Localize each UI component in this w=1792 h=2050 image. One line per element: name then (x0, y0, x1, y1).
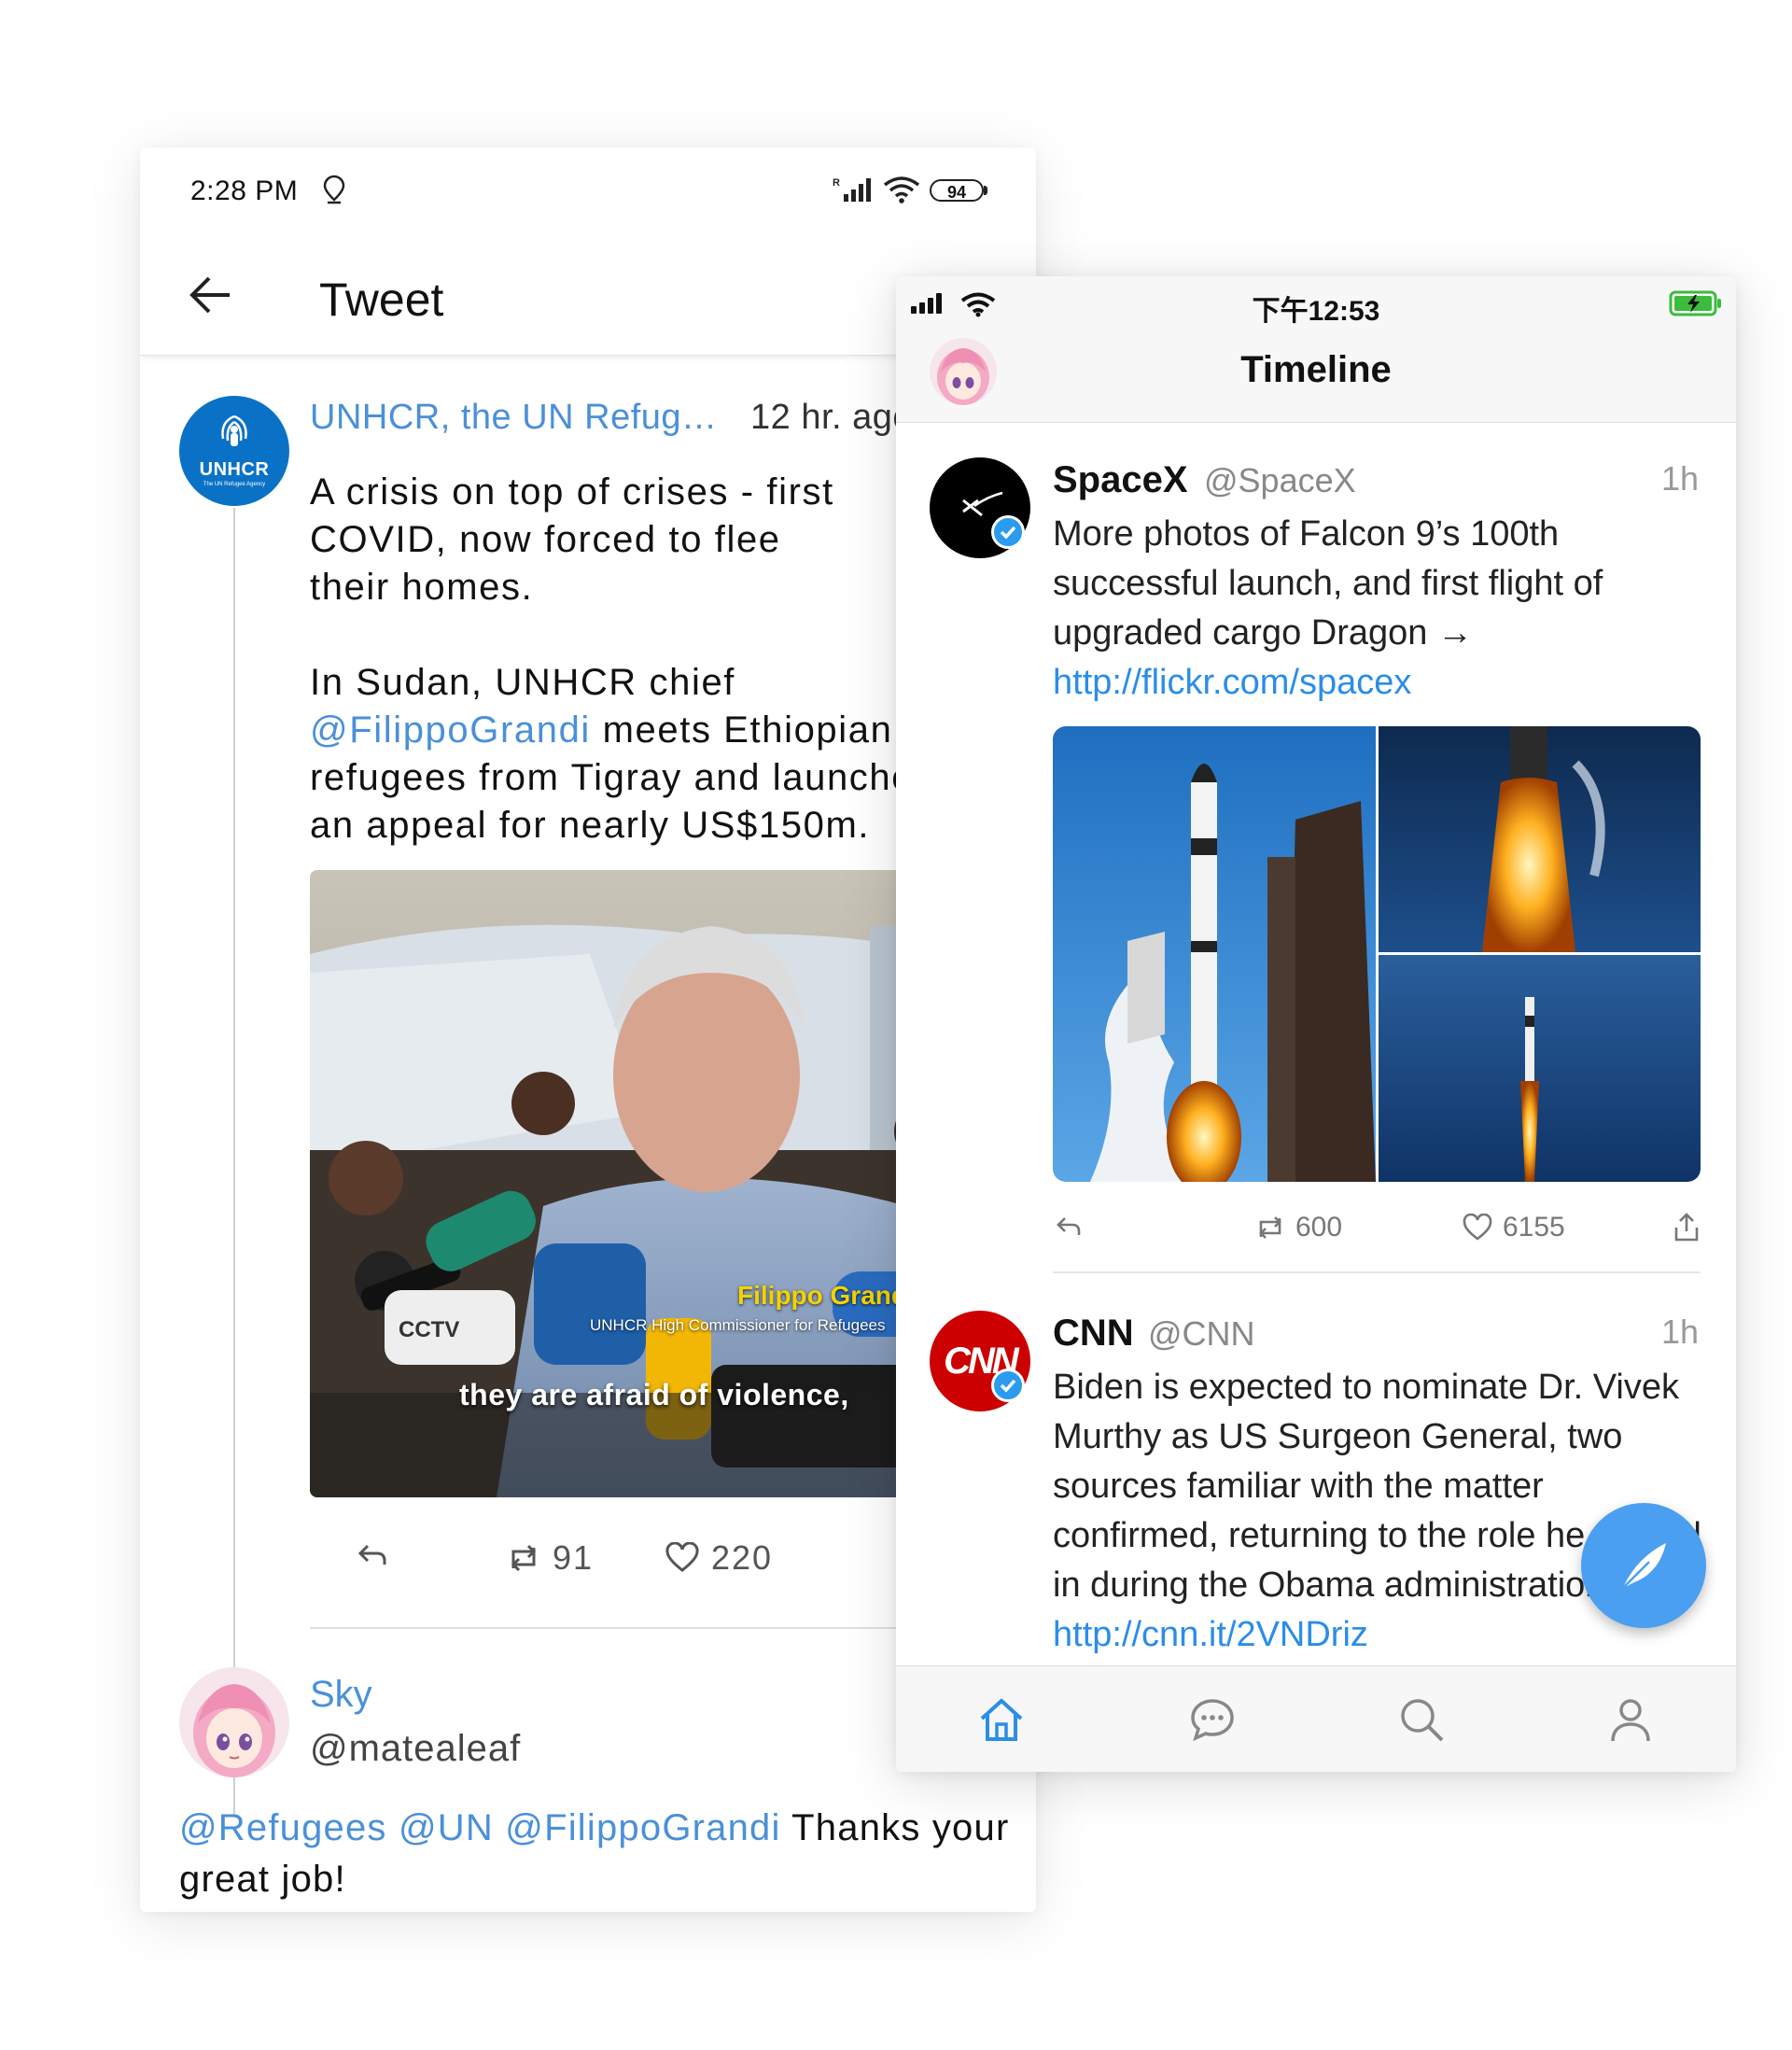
reply-avatar[interactable] (179, 1667, 289, 1777)
unhcr-logo-text: UNHCR (199, 459, 270, 480)
search-icon[interactable] (1396, 1694, 1447, 1749)
video-name-tag: Filippo Grandi (737, 1281, 915, 1310)
like-count: 220 (711, 1538, 774, 1577)
divider (1053, 1271, 1701, 1273)
unhcr-logo-subtext: The UN Refugee Agency (203, 482, 266, 487)
tweet-body: More photos of Falcon 9’s 100th successf… (1053, 510, 1706, 708)
reply-button[interactable] (357, 1538, 388, 1570)
like-button[interactable]: 220 (665, 1538, 773, 1578)
reply-button[interactable] (1055, 1212, 1083, 1240)
reply-icon (357, 1544, 386, 1565)
heart-icon (1463, 1214, 1492, 1241)
tweet-timestamp: 12 hr. ago (750, 398, 914, 437)
tweet-author[interactable]: CNN (1053, 1313, 1134, 1355)
retweet-button[interactable]: 91 (506, 1538, 594, 1578)
battery-icon: 94 (930, 179, 984, 202)
share-icon (1674, 1213, 1699, 1242)
reply-handle[interactable]: @matealeaf (310, 1728, 521, 1770)
like-button[interactable]: 6155 (1462, 1212, 1565, 1243)
home-icon[interactable] (976, 1694, 1027, 1749)
tweet-paragraph-2: In Sudan, UNHCR chief @FilippoGrandi mee… (310, 659, 945, 849)
tweet-timestamp: 1h (1660, 1313, 1699, 1351)
profile-icon[interactable] (1605, 1694, 1656, 1749)
back-arrow-icon[interactable] (187, 274, 233, 320)
tweet-media-grid[interactable] (1053, 726, 1701, 1182)
verified-badge-icon (991, 1369, 1025, 1402)
retweet-count: 600 (1295, 1212, 1343, 1243)
reply-body: @Refugees @UN @FilippoGrandi Thanks your… (179, 1803, 1019, 1905)
retweet-button[interactable]: 600 (1254, 1212, 1342, 1243)
svg-text:CCTV: CCTV (399, 1317, 459, 1342)
ios-top-bar: 下午12:53 Timeline (896, 276, 1736, 423)
svg-text:R: R (833, 177, 840, 189)
messages-icon[interactable] (1187, 1694, 1238, 1749)
unhcr-avatar[interactable]: UNHCR The UN Refugee Agency (179, 396, 289, 506)
share-button[interactable] (1673, 1212, 1701, 1243)
location-icon (321, 174, 347, 210)
retweet-icon (1259, 1216, 1281, 1239)
tweet-text: More photos of Falcon 9’s 100th successf… (1053, 514, 1603, 653)
mention-link[interactable]: @FilippoGrandi (310, 709, 591, 751)
mention-link[interactable]: @FilippoGrandi (505, 1807, 780, 1848)
video-role-tag: UNHCR High Commissioner for Refugees (590, 1316, 886, 1334)
bottom-tab-bar (896, 1665, 1736, 1772)
tweet-paragraph-1: A crisis on top of crises - first COVID,… (310, 471, 834, 608)
rocket-launch-images (1053, 726, 1701, 1182)
wifi-icon (883, 176, 920, 208)
tweet-actions: 600 6155 (1053, 1212, 1701, 1258)
tweet-handle[interactable]: @CNN (1148, 1314, 1255, 1354)
tweet-link[interactable]: http://cnn.it/2VNDriz (1053, 1615, 1368, 1654)
ios-timeline-screen: 下午12:53 Timeline SpaceX @SpaceX 1h More … (896, 276, 1736, 1772)
reply-author[interactable]: Sky (310, 1674, 372, 1716)
tweet-author[interactable]: UNHCR, the UN Refug… (310, 398, 718, 438)
mention-link[interactable]: @UN (399, 1807, 494, 1848)
battery-tip (984, 186, 987, 195)
anime-avatar-image (179, 1667, 289, 1777)
tweet-link[interactable]: http://flickr.com/spacex (1053, 663, 1411, 702)
mention-link[interactable]: @Refugees (179, 1807, 387, 1848)
retweet-icon (511, 1544, 537, 1572)
status-time: 下午12:53 (1252, 296, 1380, 327)
tweet-timestamp: 1h (1660, 459, 1699, 498)
verified-badge-icon (991, 515, 1025, 549)
tweet-author[interactable]: SpaceX (1053, 459, 1188, 501)
battery-charging-icon (1669, 289, 1723, 322)
page-title: Timeline (1240, 349, 1392, 390)
heart-icon (665, 1542, 699, 1572)
tweet-text: In Sudan, UNHCR chief (310, 662, 736, 703)
android-status-bar: 2:28 PM R 94 (140, 147, 1036, 237)
reply-icon (1057, 1217, 1081, 1235)
feather-icon (1620, 1543, 1666, 1591)
like-count: 6155 (1503, 1212, 1565, 1243)
signal-icon: R (833, 176, 874, 208)
compose-button[interactable] (1581, 1503, 1706, 1628)
unhcr-emblem-icon (221, 414, 247, 446)
tweet-handle[interactable]: @SpaceX (1204, 461, 1356, 500)
status-time: 2:28 PM (190, 176, 299, 206)
video-caption: they are afraid of violence, (459, 1378, 849, 1411)
thread-line (233, 508, 235, 1815)
page-title: Tweet (319, 274, 444, 326)
retweet-count: 91 (553, 1538, 595, 1577)
